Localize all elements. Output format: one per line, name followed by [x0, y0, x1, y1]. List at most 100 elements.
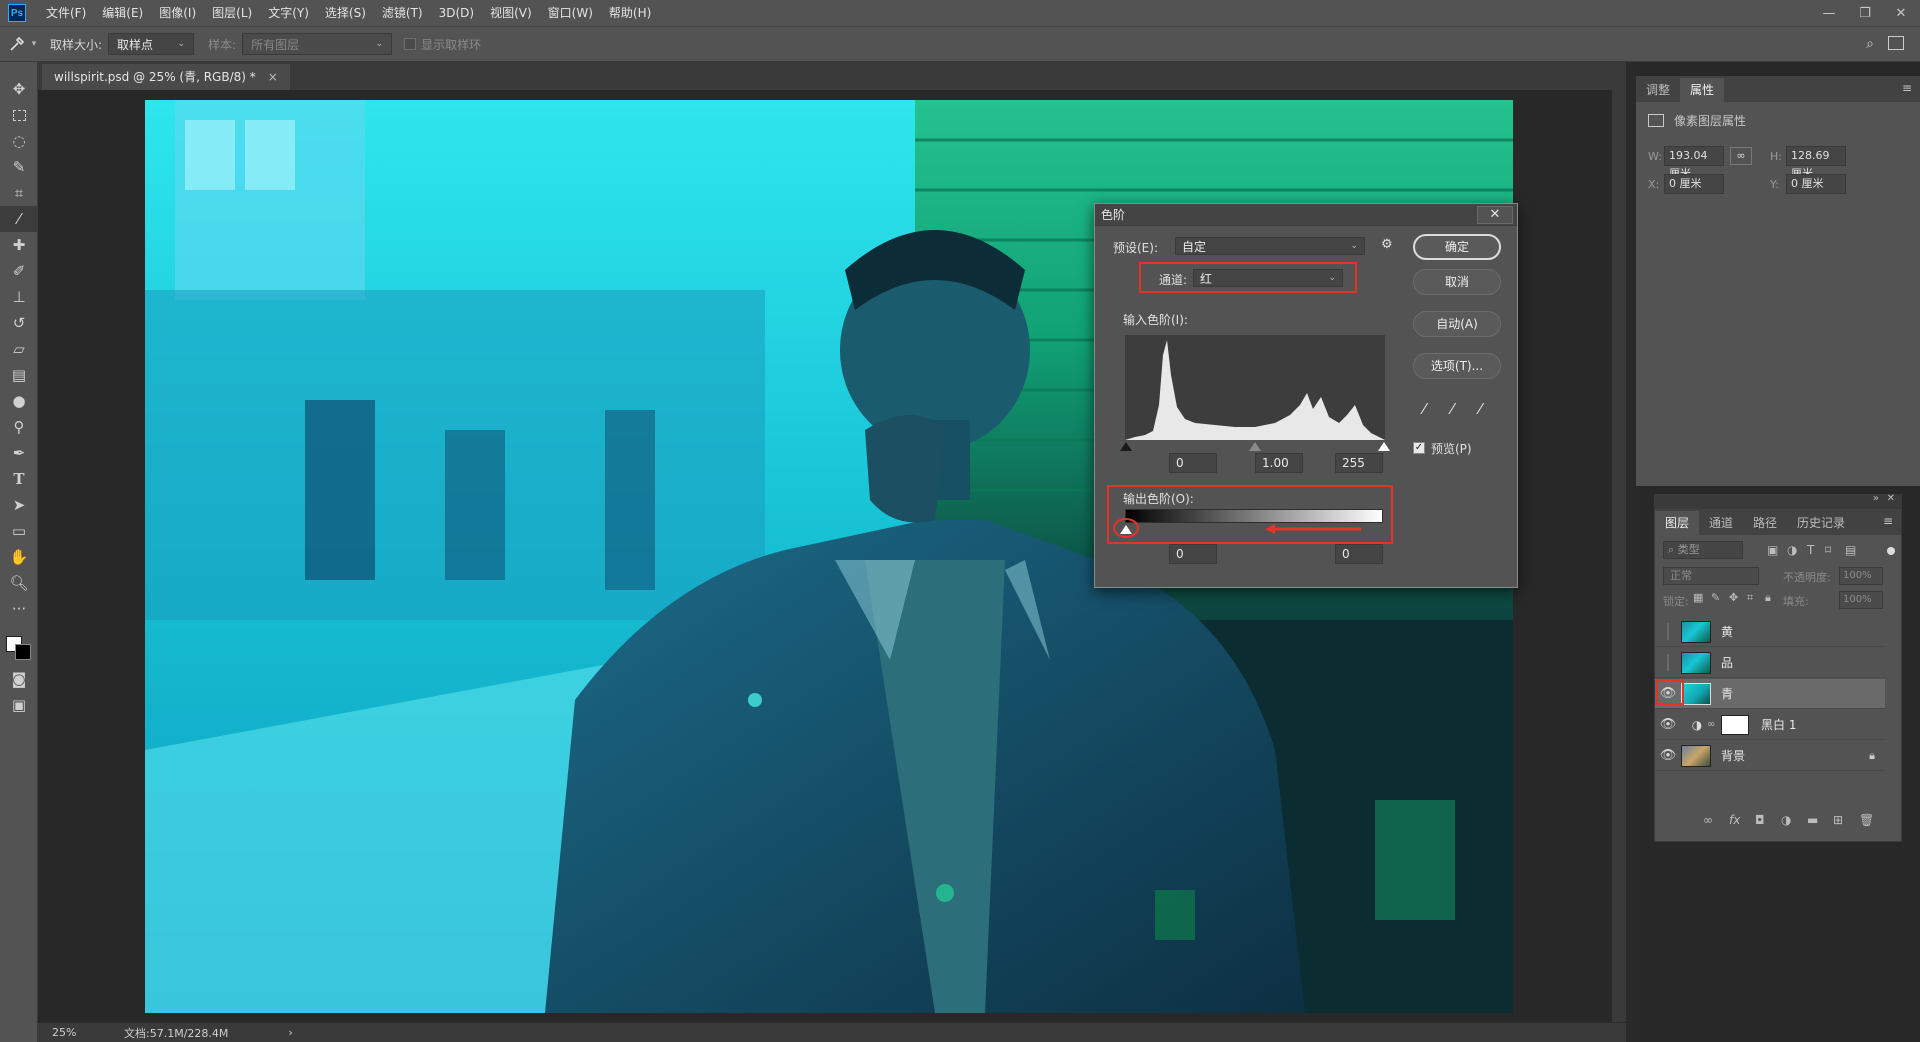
tab-channels[interactable]: 通道 — [1699, 511, 1743, 535]
eyedropper-preset-icon[interactable]: ▾ — [0, 35, 44, 53]
tab-layers[interactable]: 图层 — [1655, 511, 1700, 535]
screen-mode-icon[interactable]: ▣ — [0, 692, 38, 718]
levels-title-bar[interactable]: 色阶 ✕ — [1095, 204, 1517, 226]
menu-filter[interactable]: 滤镜(T) — [374, 0, 431, 26]
eye-icon[interactable]: 👁︎ — [1655, 717, 1681, 732]
eraser-tool-icon[interactable]: ▱ — [0, 336, 38, 362]
input-black-field[interactable]: 0 — [1169, 453, 1217, 473]
restore-button[interactable]: ❐ — [1854, 6, 1876, 21]
filter-adjustment-icon[interactable]: ◑ — [1787, 543, 1797, 557]
menu-type[interactable]: 文字(Y) — [260, 0, 317, 26]
lasso-tool-icon[interactable]: ◌ — [0, 128, 38, 154]
link-layers-icon[interactable]: ∞ — [1703, 813, 1713, 827]
type-tool-icon[interactable]: T — [0, 466, 38, 492]
black-eyedropper-icon[interactable]: ⁄ — [1423, 400, 1426, 418]
layer-row-cyan[interactable]: 👁︎ 青 — [1655, 679, 1885, 709]
gray-eyedropper-icon[interactable]: ⁄ — [1451, 400, 1454, 418]
more-tools-icon[interactable]: ··· — [0, 596, 38, 622]
menu-view[interactable]: 视图(V) — [482, 0, 540, 26]
fill-field[interactable]: 100% — [1839, 591, 1883, 609]
input-white-slider[interactable] — [1378, 442, 1390, 451]
input-white-field[interactable]: 255 — [1335, 453, 1383, 473]
minimize-button[interactable]: — — [1818, 6, 1840, 21]
status-expand-arrow[interactable]: › — [288, 1026, 292, 1039]
vertical-scrollbar[interactable] — [1612, 90, 1626, 1022]
menu-help[interactable]: 帮助(H) — [601, 0, 659, 26]
path-select-tool-icon[interactable]: ➤ — [0, 492, 38, 518]
menu-image[interactable]: 图像(I) — [151, 0, 204, 26]
eye-icon[interactable]: 👁︎ — [1655, 748, 1681, 763]
new-adjustment-icon[interactable]: ◑ — [1781, 813, 1791, 827]
menu-layer[interactable]: 图层(L) — [204, 0, 260, 26]
mask-link-icon[interactable]: ∞ — [1707, 719, 1717, 730]
collapse-icon[interactable]: » — [1873, 493, 1879, 504]
white-eyedropper-icon[interactable]: ⁄ — [1479, 400, 1482, 418]
output-black-field[interactable]: 0 — [1169, 544, 1217, 564]
output-white-field[interactable]: 0 — [1335, 544, 1383, 564]
ok-button[interactable]: 确定 — [1413, 234, 1501, 260]
input-black-slider[interactable] — [1120, 442, 1132, 451]
lock-paint-icon[interactable]: ✎ — [1711, 591, 1720, 604]
background-color-swatch[interactable] — [15, 644, 31, 660]
color-swatches[interactable] — [0, 622, 37, 666]
input-gamma-field[interactable]: 1.00 — [1255, 453, 1303, 473]
move-tool-icon[interactable]: ✥ — [0, 76, 38, 102]
menu-select[interactable]: 选择(S) — [317, 0, 374, 26]
blur-tool-icon[interactable]: ● — [0, 388, 38, 414]
history-brush-tool-icon[interactable]: ↺ — [0, 310, 38, 336]
quick-select-tool-icon[interactable]: ✎ — [0, 154, 38, 180]
menu-window[interactable]: 窗口(W) — [540, 0, 601, 26]
dodge-tool-icon[interactable]: ⚲ — [0, 414, 38, 440]
x-field[interactable]: 0 厘米 — [1664, 174, 1724, 194]
input-gamma-slider[interactable] — [1249, 442, 1261, 451]
menu-3d[interactable]: 3D(D) — [431, 0, 482, 26]
link-dimensions-icon[interactable]: ∞ — [1730, 147, 1752, 165]
lock-artboard-icon[interactable]: ⌗ — [1747, 591, 1753, 605]
height-field[interactable]: 128.69 厘米 — [1786, 146, 1846, 180]
delete-layer-icon[interactable]: 🗑︎ — [1859, 813, 1874, 827]
zoom-tool-icon[interactable]: 🔍︎ — [0, 570, 38, 596]
crop-tool-icon[interactable]: ⌗ — [0, 180, 38, 206]
clone-stamp-tool-icon[interactable]: ⊥ — [0, 284, 38, 310]
tab-properties[interactable]: 属性 — [1680, 78, 1725, 102]
options-button[interactable]: 选项(T)... — [1413, 353, 1501, 379]
close-panel-icon[interactable]: ✕ — [1887, 493, 1895, 504]
search-icon[interactable]: ⌕ — [1866, 36, 1874, 52]
layer-mask-thumbnail[interactable] — [1721, 714, 1749, 735]
panel-menu-icon[interactable]: ≡ — [1902, 81, 1912, 95]
tab-adjustments[interactable]: 调整 — [1636, 78, 1680, 102]
sample-select[interactable]: 所有图层 ⌄ — [242, 33, 393, 55]
lock-pixels-icon[interactable]: ▦ — [1693, 591, 1703, 604]
filter-pixel-icon[interactable]: ▣ — [1767, 543, 1778, 557]
layer-row-magenta[interactable]: 品 — [1655, 648, 1885, 678]
lock-all-icon[interactable]: 🔒︎ — [1765, 591, 1771, 605]
close-tab-icon[interactable]: × — [268, 70, 278, 84]
filter-type-icon[interactable]: T — [1807, 543, 1814, 557]
menu-edit[interactable]: 编辑(E) — [94, 0, 151, 26]
cancel-button[interactable]: 取消 — [1413, 269, 1501, 295]
filter-smart-icon[interactable]: ▤ — [1845, 543, 1856, 557]
new-group-icon[interactable]: ▬ — [1807, 813, 1818, 827]
gradient-tool-icon[interactable]: ▤ — [0, 362, 38, 388]
new-layer-icon[interactable]: ⊞ — [1833, 813, 1843, 827]
blend-mode-select[interactable]: 正常 — [1663, 567, 1759, 585]
healing-brush-tool-icon[interactable]: ✚ — [0, 232, 38, 258]
zoom-level[interactable]: 25% — [52, 1026, 116, 1039]
filter-shape-icon[interactable]: ⌑ — [1825, 543, 1831, 557]
opacity-field[interactable]: 100% — [1839, 567, 1883, 585]
layer-row-background[interactable]: 👁︎ 背景 🔒︎ — [1655, 741, 1885, 771]
pen-tool-icon[interactable]: ✒ — [0, 440, 38, 466]
layers-panel-menu-icon[interactable]: ≡ — [1883, 514, 1893, 528]
marquee-tool-icon[interactable] — [0, 102, 38, 128]
layer-filter-select[interactable]: ⌕ 类型 — [1663, 541, 1743, 559]
layer-row-bw-adjustment[interactable]: 👁︎ ◑ ∞ 黑白 1 — [1655, 710, 1885, 740]
hand-tool-icon[interactable]: ✋ — [0, 544, 38, 570]
quick-mask-icon[interactable]: ◙ — [0, 666, 38, 692]
add-mask-icon[interactable]: ◘ — [1755, 813, 1765, 827]
y-field[interactable]: 0 厘米 — [1786, 174, 1846, 194]
width-field[interactable]: 193.04 厘米 — [1664, 146, 1724, 180]
workspace-icon[interactable] — [1888, 36, 1904, 50]
channel-select[interactable]: 红 ⌄ — [1193, 269, 1343, 287]
filter-toggle-icon[interactable] — [1887, 547, 1895, 555]
preview-checkbox[interactable]: ✓ — [1413, 442, 1425, 454]
